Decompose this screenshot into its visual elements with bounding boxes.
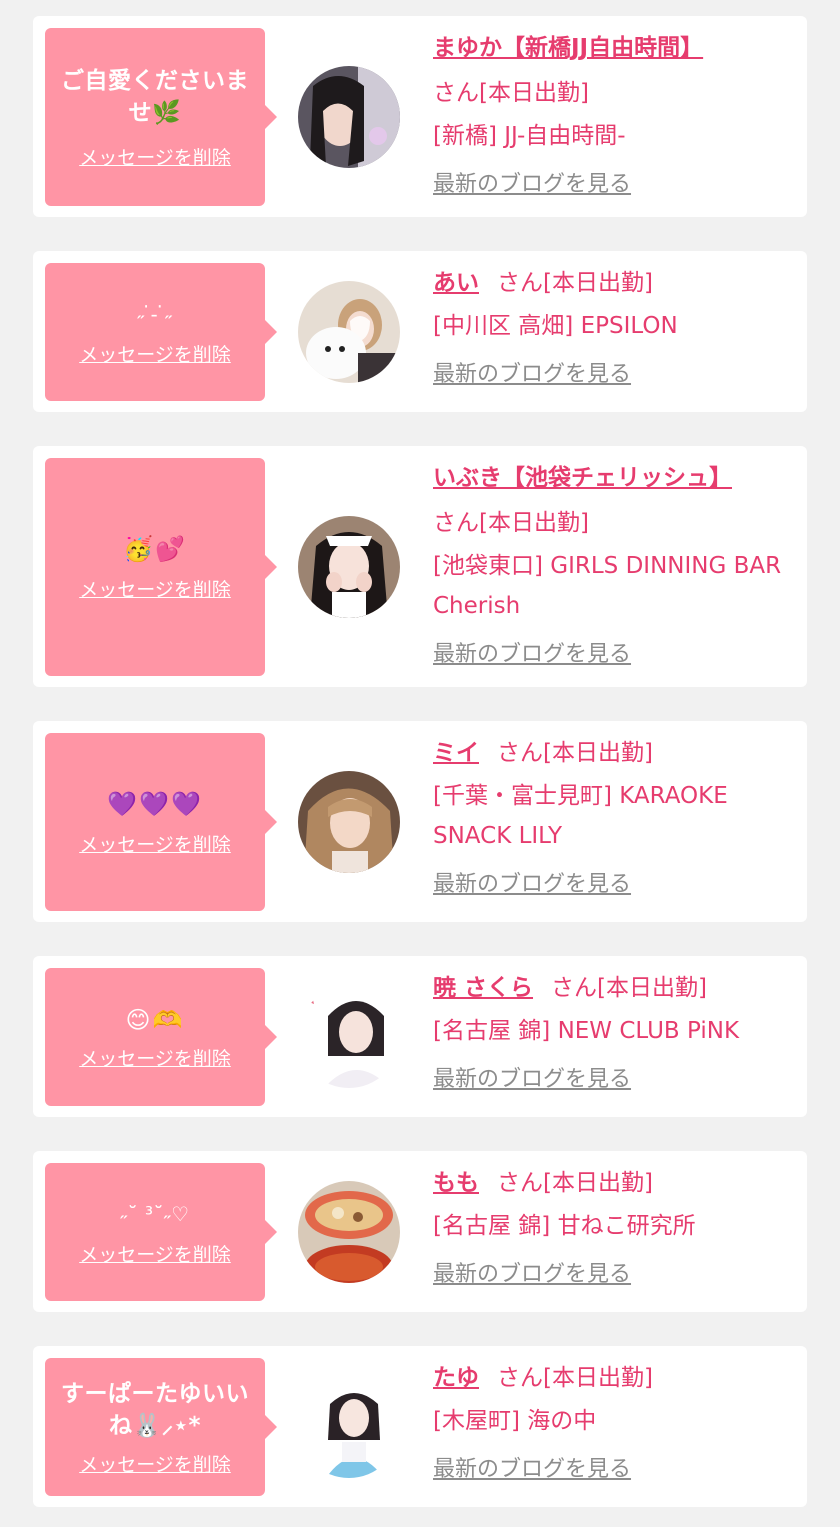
message-bubble: 🥳💕 メッセージを削除: [45, 458, 277, 676]
message-card: ˶ ̇ ̵ ̇˶ メッセージを削除 あい さん[本日出勤] [中川区 高畑] EP…: [33, 251, 807, 412]
message-bubble: すーぱーたゆいいね🐰⸝⋆* メッセージを削除: [45, 1358, 277, 1496]
message-card: 🥳💕 メッセージを削除 いぶき【池袋チェリッシュ】 さん[本日出勤] [池袋東口…: [33, 446, 807, 687]
latest-blog-link[interactable]: 最新のブログを見る: [433, 1057, 631, 1102]
avatar-photo: [298, 66, 400, 168]
message-text: すーぱーたゆいいね🐰⸝⋆*: [61, 1380, 249, 1439]
avatar[interactable]: [298, 986, 400, 1088]
avatar-photo: [298, 771, 400, 873]
delete-message-link[interactable]: メッセージを削除: [79, 340, 231, 367]
message-text: ˶ ̇ ̵ ̇˶: [137, 301, 173, 326]
cast-info: もも さん[本日出勤] [名古屋 錦] 甘ねこ研究所 最新のブログを見る: [433, 1161, 801, 1297]
message-text: ご自愛くださいませ🌿: [61, 67, 249, 126]
avatar-photo: [298, 986, 400, 1088]
delete-message-link[interactable]: メッセージを削除: [79, 143, 231, 170]
cast-name-link[interactable]: もも: [433, 1170, 479, 1196]
avatar[interactable]: [298, 1376, 400, 1478]
delete-message-link[interactable]: メッセージを削除: [79, 1450, 231, 1477]
attendance-status: さん[本日出勤]: [433, 80, 589, 106]
shop-name: [木屋町] 海の中: [433, 1408, 597, 1434]
attendance-status: さん[本日出勤]: [551, 975, 707, 1001]
avatar[interactable]: [298, 281, 400, 383]
delete-message-link[interactable]: メッセージを削除: [79, 1044, 231, 1071]
latest-blog-link[interactable]: 最新のブログを見る: [433, 352, 631, 397]
shop-name: [中川区 高畑] EPSILON: [433, 313, 678, 339]
cast-info: たゆ さん[本日出勤] [木屋町] 海の中 最新のブログを見る: [433, 1356, 801, 1492]
cast-name-link[interactable]: ミイ: [433, 740, 479, 766]
message-card: ˶˘ ³˘˶♡ メッセージを削除 もも さん[本日出勤] [名古屋 錦] 甘ねこ研…: [33, 1151, 807, 1312]
latest-blog-link[interactable]: 最新のブログを見る: [433, 1447, 631, 1492]
attendance-status: さん[本日出勤]: [433, 510, 589, 536]
message-text: ˶˘ ³˘˶♡: [120, 1201, 190, 1226]
message-bubble: 💜💜💜 メッセージを削除: [45, 733, 277, 911]
latest-blog-link[interactable]: 最新のブログを見る: [433, 632, 631, 677]
latest-blog-link[interactable]: 最新のブログを見る: [433, 162, 631, 207]
message-bubble: 😊🫶 メッセージを削除: [45, 968, 277, 1106]
avatar[interactable]: [298, 66, 400, 168]
attendance-status: さん[本日出勤]: [497, 740, 653, 766]
cast-info: 暁 さくら さん[本日出勤] [名古屋 錦] NEW CLUB PiNK 最新のブ…: [433, 966, 801, 1102]
cast-name-link[interactable]: まゆか【新橋JJ自由時間】: [433, 26, 783, 71]
delete-message-link[interactable]: メッセージを削除: [79, 1240, 231, 1267]
shop-name: [名古屋 錦] 甘ねこ研究所: [433, 1213, 696, 1239]
message-card: すーぱーたゆいいね🐰⸝⋆* メッセージを削除 たゆ さん[本日出勤] [木屋町] …: [33, 1346, 807, 1507]
message-bubble: ˶ ̇ ̵ ̇˶ メッセージを削除: [45, 263, 277, 401]
cast-name-link[interactable]: いぶき【池袋チェリッシュ】: [433, 456, 783, 501]
cast-name-link[interactable]: あい: [433, 270, 479, 296]
attendance-status: さん[本日出勤]: [497, 1365, 653, 1391]
message-card: ご自愛くださいませ🌿 メッセージを削除 まゆか【新橋JJ自由時間】 さん[本日出…: [33, 16, 807, 217]
avatar-photo: [298, 281, 400, 383]
cast-name-link[interactable]: たゆ: [433, 1365, 479, 1391]
message-card: 💜💜💜 メッセージを削除 ミイ さん[本日出勤] [千葉・富士見町] KARAOK…: [33, 721, 807, 922]
cast-info: ミイ さん[本日出勤] [千葉・富士見町] KARAOKE SNACK LILY …: [433, 731, 801, 907]
message-card: 😊🫶 メッセージを削除 暁 さくら さん[本日出勤] [名古屋 錦] NEW CL…: [33, 956, 807, 1117]
avatar-photo: [298, 1181, 400, 1283]
cast-info: いぶき【池袋チェリッシュ】 さん[本日出勤] [池袋東口] GIRLS DINN…: [433, 456, 801, 677]
cast-info: まゆか【新橋JJ自由時間】 さん[本日出勤] [新橋] JJ-自由時間- 最新の…: [433, 26, 801, 207]
cast-name-link[interactable]: 暁 さくら: [433, 975, 533, 1001]
message-text: 🥳💕: [123, 534, 187, 563]
avatar[interactable]: [298, 516, 400, 618]
latest-blog-link[interactable]: 最新のブログを見る: [433, 862, 631, 907]
message-text: 💜💜💜: [107, 789, 203, 818]
delete-message-link[interactable]: メッセージを削除: [79, 575, 231, 602]
cast-info: あい さん[本日出勤] [中川区 高畑] EPSILON 最新のブログを見る: [433, 261, 801, 397]
message-bubble: ˶˘ ³˘˶♡ メッセージを削除: [45, 1163, 277, 1301]
avatar-photo: [298, 1376, 400, 1478]
shop-name: [名古屋 錦] NEW CLUB PiNK: [433, 1018, 740, 1044]
shop-name: [新橋] JJ-自由時間-: [433, 123, 626, 149]
attendance-status: さん[本日出勤]: [497, 1170, 653, 1196]
avatar[interactable]: [298, 771, 400, 873]
shop-name: [千葉・富士見町] KARAOKE SNACK LILY: [433, 783, 728, 849]
delete-message-link[interactable]: メッセージを削除: [79, 830, 231, 857]
message-bubble: ご自愛くださいませ🌿 メッセージを削除: [45, 28, 277, 206]
avatar[interactable]: [298, 1181, 400, 1283]
latest-blog-link[interactable]: 最新のブログを見る: [433, 1252, 631, 1297]
avatar-photo: [298, 516, 400, 618]
attendance-status: さん[本日出勤]: [497, 270, 653, 296]
message-text: 😊🫶: [125, 1005, 185, 1034]
shop-name: [池袋東口] GIRLS DINNING BAR Cherish: [433, 553, 782, 619]
